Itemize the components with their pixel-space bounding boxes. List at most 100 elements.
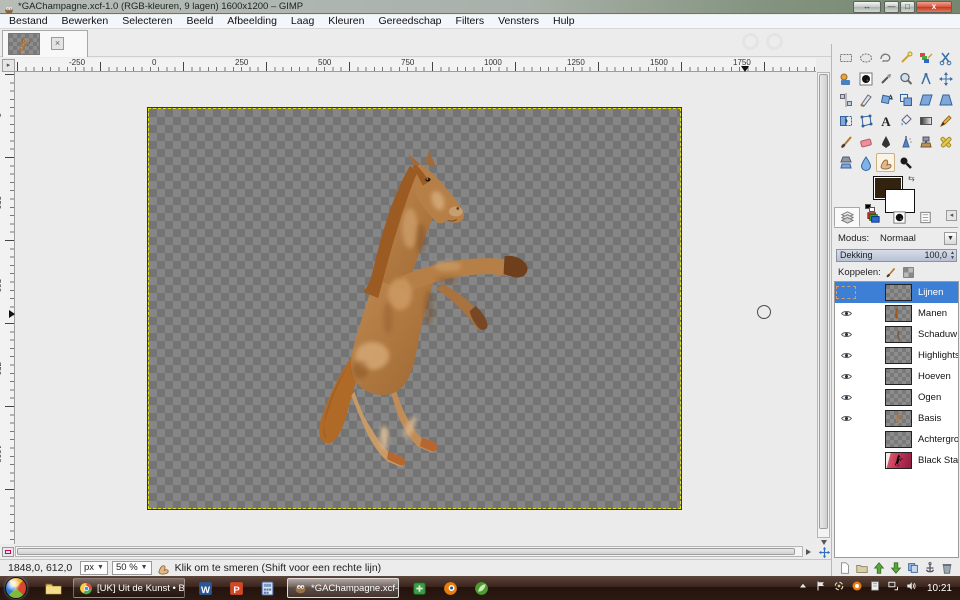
bucket-fill-tool[interactable] [896,111,915,130]
duplicate-layer-button[interactable] [906,561,921,576]
taskbar-icon-app-leaf[interactable] [470,578,492,598]
horizontal-scrollbar[interactable] [15,546,803,557]
tab-extra-icon[interactable]: × [51,37,64,50]
fuzzy-select-tool[interactable] [896,48,915,67]
scroll-right-arrow[interactable] [806,549,811,555]
layer-row[interactable]: Achtergrond [835,429,958,450]
heal-tool[interactable] [936,132,955,151]
layer-row[interactable]: Black Star.JPG [835,450,958,471]
rect-select-tool[interactable] [836,48,855,67]
menu-vensters[interactable]: Vensters [491,15,546,28]
shear-tool[interactable] [916,90,935,109]
free-select-tool[interactable] [876,48,895,67]
menu-filters[interactable]: Filters [449,15,492,28]
scissors-select-tool[interactable] [936,48,955,67]
menu-beeld[interactable]: Beeld [179,15,220,28]
quickmask-toggle[interactable] [2,547,14,557]
resize-window-button[interactable]: ↔ [853,1,881,13]
dodge-burn-tool[interactable] [896,153,915,172]
network-tray-icon[interactable] [887,579,899,597]
opacity-spinner[interactable]: ▲▼ [950,251,955,261]
minimize-button[interactable]: — [884,1,899,13]
airbrush-tool[interactable] [896,132,915,151]
gradient-tool[interactable] [916,111,935,130]
scroll-down-arrow[interactable] [821,540,827,545]
vertical-scrollbar[interactable] [817,72,830,538]
smudge-tool[interactable] [876,153,895,172]
cage-transform-tool[interactable] [856,111,875,130]
taskbar-icon-app-green[interactable] [408,578,430,598]
move-tool[interactable] [936,69,955,88]
action-center-tray-icon[interactable] [815,579,827,597]
mode-dropdown-button[interactable]: ▼ [944,232,957,245]
taskbar-window-chrome[interactable]: [UK] Uit de Kunst • B... [73,578,185,598]
anchor-layer-button[interactable] [923,561,938,576]
ruler-corner-button[interactable]: ▸ [2,59,15,72]
clone-tool[interactable] [916,132,935,151]
layer-visibility-toggle[interactable] [835,429,857,450]
text-tool[interactable]: A [876,111,895,130]
menu-hulp[interactable]: Hulp [546,15,582,28]
scale-tool[interactable] [896,90,915,109]
layer-visibility-toggle[interactable] [835,303,857,324]
blur-sharpen-tool[interactable] [856,153,875,172]
paintbrush-tool[interactable] [836,132,855,151]
horizontal-scroll-thumb[interactable] [17,548,795,555]
layer-visibility-toggle[interactable] [835,450,857,471]
layer-visibility-toggle[interactable] [835,282,857,303]
layer-visibility-toggle[interactable] [835,324,857,345]
canvas[interactable] [148,108,681,509]
ink-tool[interactable] [876,132,895,151]
updates-tray-icon[interactable] [833,579,845,597]
history-tab[interactable] [912,207,938,227]
layer-visibility-toggle[interactable] [835,408,857,429]
vertical-ruler[interactable]: 02505007501000 [0,72,15,544]
lower-layer-button[interactable] [889,561,904,576]
crop-tool[interactable] [856,90,875,109]
measure-tool[interactable] [916,69,935,88]
messenger-tray-icon[interactable] [851,579,863,597]
swap-colors-icon[interactable]: ⇆ [908,174,915,183]
delete-layer-button[interactable] [940,561,955,576]
document-tray-icon[interactable] [869,579,881,597]
rotate-tool[interactable] [876,90,895,109]
flip-tool[interactable] [836,111,855,130]
volume-tray-icon[interactable] [905,579,917,597]
color-picker-tool[interactable] [876,69,895,88]
raise-layer-button[interactable] [872,561,887,576]
layer-row[interactable]: Hoeven [835,366,958,387]
taskbar-icon-powerpoint[interactable]: P [225,578,247,598]
menu-bewerken[interactable]: Bewerken [55,15,116,28]
menu-gereedschap[interactable]: Gereedschap [371,15,448,28]
channels-tab[interactable] [860,207,886,227]
alignment-tool[interactable] [836,90,855,109]
image-tab[interactable]: × [2,30,88,57]
unit-dropdown[interactable]: px▼ [80,561,108,575]
taskbar-icon-calculator[interactable] [256,578,278,598]
taskbar-icon-blender[interactable] [439,578,461,598]
navigation-button[interactable] [818,546,831,559]
menu-bestand[interactable]: Bestand [2,15,55,28]
layer-visibility-toggle[interactable] [835,387,857,408]
layer-visibility-toggle[interactable] [835,366,857,387]
layer-row[interactable]: Lijnen [835,282,958,303]
paths-tab[interactable] [886,207,912,227]
menu-selecteren[interactable]: Selecteren [115,15,179,28]
vertical-scroll-thumb[interactable] [819,74,828,529]
zoom-dropdown[interactable]: 50 %▼ [112,561,152,575]
opacity-slider[interactable]: Dekking 100,0 ▲▼ [836,249,957,262]
lock-alpha-icon[interactable] [902,266,915,279]
close-button[interactable]: x [916,1,952,13]
layer-visibility-toggle[interactable] [835,345,857,366]
zoom-tool[interactable] [896,69,915,88]
new-layer-group-button[interactable] [855,561,870,576]
ellipse-select-tool[interactable] [856,48,875,67]
paths-tool[interactable] [856,69,875,88]
layers-tab[interactable] [834,207,860,227]
lock-pixels-icon[interactable] [884,266,897,279]
layer-row[interactable]: Highlights [835,345,958,366]
pencil-tool[interactable] [936,111,955,130]
foreground-select-tool[interactable] [836,69,855,88]
taskbar-icon-explorer[interactable] [42,578,64,598]
layer-row[interactable]: Ogen [835,387,958,408]
